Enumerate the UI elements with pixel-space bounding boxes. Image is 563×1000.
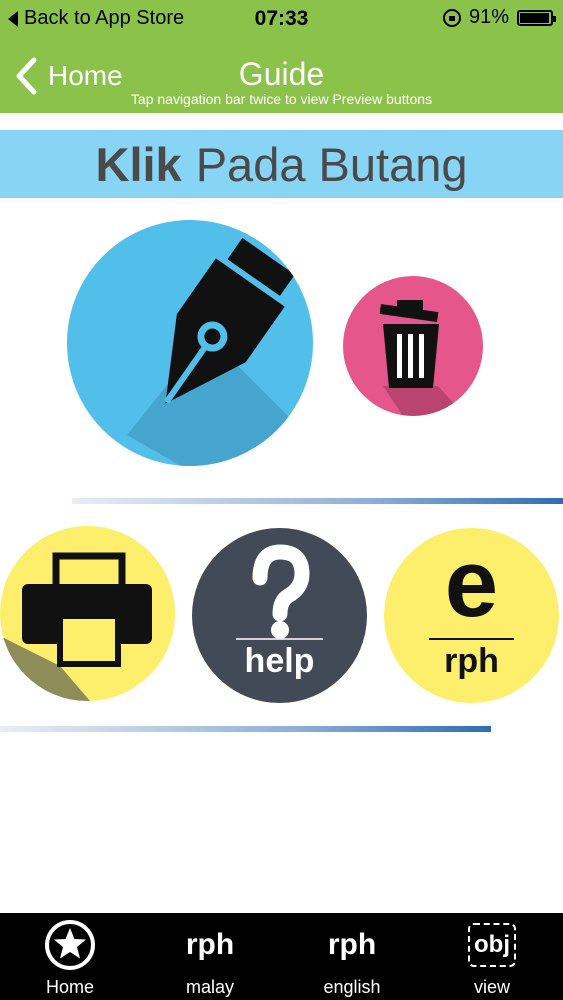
erph-button[interactable]: e rph [384,528,559,703]
tab-view[interactable]: obj view [422,913,562,1000]
star-circle-icon [0,919,140,971]
erph-label: rph [444,642,499,680]
tab-english-label: english [323,977,381,997]
pen-button[interactable] [67,220,313,466]
status-bar: Back to App Store 07:33 91% [0,0,563,38]
instruction-banner: Klik Pada Butang [0,130,563,198]
help-label: help [244,642,315,680]
divider-bottom [0,726,491,732]
pen-nib-icon [127,237,313,466]
rph-malay-icon: rph [185,928,235,961]
erph-letter: e [444,530,499,637]
page-title: Guide [238,56,325,92]
obj-view-icon: obj [468,923,516,967]
nav-bar[interactable]: Home Guide Tap navigation bar twice to v… [0,52,563,112]
tab-bar: Home rph malay rph english obj view [0,913,563,1000]
erph-divider [429,638,514,640]
tab-malay[interactable]: rph malay [140,913,280,1000]
help-button[interactable]: help [192,528,367,703]
tab-home[interactable]: Home [0,913,140,1000]
banner-text: Pada Butang [195,137,468,191]
nav-hint: Tap navigation bar twice to view Preview… [130,91,433,107]
rph-english-icon: rph [327,928,377,961]
battery-percent: 91% [468,6,509,28]
battery-icon [517,9,556,26]
divider-top [72,498,563,504]
navigation-header[interactable]: Back to App Store 07:33 91% Home Guide T… [0,0,563,113]
trash-icon [379,300,466,416]
banner-bold-text: Klik [95,137,182,191]
delete-button[interactable] [343,276,483,416]
print-button[interactable] [0,526,175,701]
tab-home-label: Home [45,977,94,997]
tab-view-label: view [473,977,510,997]
printer-icon [0,552,152,701]
tab-malay-label: malay [185,977,234,997]
rotation-lock-icon [442,8,461,27]
tab-english[interactable]: rph english [282,913,422,1000]
